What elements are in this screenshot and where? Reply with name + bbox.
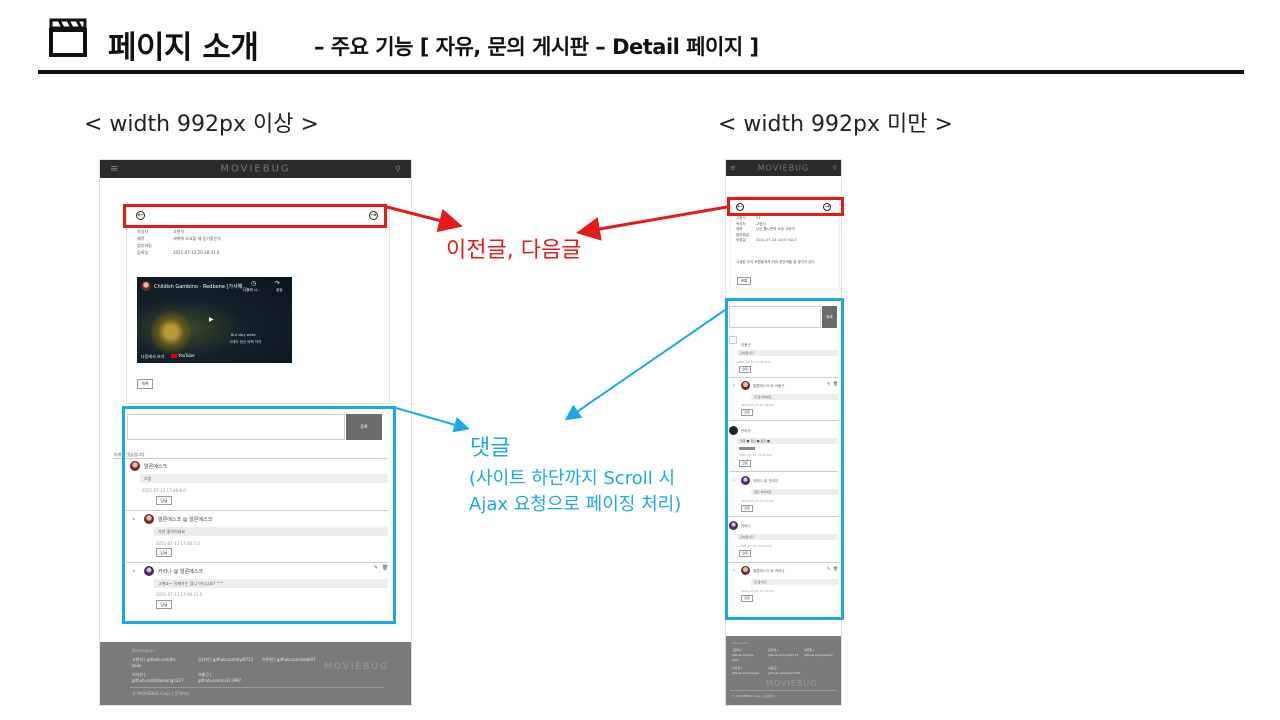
hamburger-icon[interactable]: ≡ [110,164,118,175]
meta-label: 작성자 [736,221,746,226]
wide-section-label: < width 992px 이상 > [84,112,319,137]
meta-label: 첨부파일 [137,243,152,248]
footer-dev: 이주현 | [804,648,815,652]
watch-on-label[interactable]: 다음에서 보기 [141,354,164,360]
title-divider [38,70,1244,74]
youtube-label: YouTube [178,353,195,358]
comments-annotation-line1: (사이트 하단까지 Scroll 시 [469,468,676,489]
share-icon[interactable]: ↷ [275,280,280,287]
arrow-red-right [576,205,728,241]
caption-line-1: But stay woke [231,333,256,337]
channel-avatar [141,281,151,291]
youtube-logo: YouTube [171,353,195,358]
clapperboard-icon [48,14,90,58]
video-title: Childish Gambino - Redbone [가사해... [154,284,248,290]
footer-dev: github.com/dayeo [732,671,760,675]
meta-label: 제목 [137,236,145,241]
comments-highlight-narrow [725,298,844,620]
footer-heading: Developers [132,648,155,653]
meta-value: 31 [756,216,761,220]
meta-value: 새벽에 조요할 때 듣기좋은곡 [173,236,221,241]
watch-later-label: 나중에 시... [243,288,261,292]
footer-dev: 김다연 | [768,648,779,652]
footer-logo: MOVIEBUG [324,662,389,672]
footer-dev: github.com/hs [732,653,754,657]
prev-next-highlight-wide [123,204,387,228]
navbar: ≡ MOVIEBUG ⚲ [726,160,841,176]
video-embed[interactable]: Childish Gambino - Redbone [가사해... ◷ 나중에… [137,277,292,363]
list-button[interactable]: 목록 [137,379,153,389]
clock-icon[interactable]: ◷ [251,280,256,287]
search-icon[interactable]: ⚲ [833,165,837,172]
tree-silhouette [151,307,191,357]
footer-dev: 이주현 | github.com/seah97 [262,657,316,662]
footer-dev: 김다연 | github.com/dyl0712 [198,657,254,662]
meta-value: 고현석 [756,221,766,226]
narrow-section-label: < width 992px 미만 > [718,112,953,137]
hamburger-icon[interactable]: ≡ [730,164,736,172]
list-button[interactable]: 목록 [737,277,751,285]
footer-copyright: © MOVIEBUG Corp. | 문의하기 [732,694,776,698]
footer-dev: koko [732,658,739,662]
footer-copyright: © MOVIEBUG Corp. | 문의하기 [132,691,190,696]
footer-logo: MOVIEBUG [766,679,818,688]
post-body: 고생한 우리 조원들에게 커피 한잔씩을 쏠 생각이 있다. [736,260,816,264]
prev-next-annotation: 이전글, 다음글 [446,238,582,263]
site-footer: Developers 고현석 | github.com/hs koko 김다연 … [100,642,411,705]
site-logo[interactable]: MOVIEBUG [220,164,290,175]
footer-dev: github.com/cs2c1997 [198,678,242,683]
share-label: 공유 [276,288,283,292]
footer-dev: github.com/dyl0712 [768,653,799,657]
search-icon[interactable]: ⚲ [395,165,401,174]
footer-dev: 고현석 | [732,648,743,652]
meta-label: 등록일 [137,250,149,255]
site-logo[interactable]: MOVIEBUG [758,164,810,173]
divider [730,690,837,691]
site-footer: Developers 고현석 | github.com/hs koko 김다연 … [726,636,841,705]
comments-annotation-line2: Ajax 요청으로 페이징 처리) [469,494,682,515]
comments-annotation-title: 댓글 [470,436,511,461]
arrow-blue-right [564,309,726,421]
play-icon[interactable]: ▶ [209,316,214,323]
footer-heading: Developers [732,641,749,645]
footer-dev: 이다은 | [732,666,743,670]
footer-dev: github.com/cs2c1997 [768,671,801,675]
page-title: 페이지 소개 [108,30,259,66]
footer-dev: koko [132,663,142,668]
meta-value: 2021-07-12 20:18:31.0 [173,250,220,255]
post-meta: 고현석 31 작성자 고현석 제목 나는 롤시즌의 조장 고현석 첨부파일 등록일 20… [736,216,797,244]
footer-dev: 이충근 | [768,666,779,670]
meta-value: 2021-07-14 14:57:02.0 [756,238,797,242]
footer-dev: github.com/seah97 [804,653,833,657]
meta-label: 제목 [736,227,743,231]
navbar: ≡ MOVIEBUG ⚲ [100,160,411,178]
post-card: 작성자 고현석 제목 새벽에 조요할 때 듣기좋은곡 첨부파일 등록일 2021-07… [126,206,390,404]
caption-line-2: 그래도 정신 바짝 차려 [229,340,262,344]
post-meta: 작성자 고현석 제목 새벽에 조요할 때 듣기좋은곡 첨부파일 등록일 2021-07… [137,229,221,257]
page-subtitle: – 주요 기능 [ 자유, 문의 게시판 – Detail 페이지 ] [314,35,759,59]
comments-highlight-wide [122,406,396,624]
divider [130,687,384,688]
meta-label: 첨부파일 [736,232,749,237]
meta-label: 등록일 [736,238,746,242]
meta-label: 고현석 [736,216,746,220]
prev-next-highlight-narrow [727,197,844,216]
footer-dev: github.com/dayeong1227 [132,678,184,683]
meta-value: 고현석 [173,229,185,234]
meta-label: 작성자 [137,229,149,234]
meta-value: 나는 롤시즌의 조장 고현석 [756,227,795,231]
